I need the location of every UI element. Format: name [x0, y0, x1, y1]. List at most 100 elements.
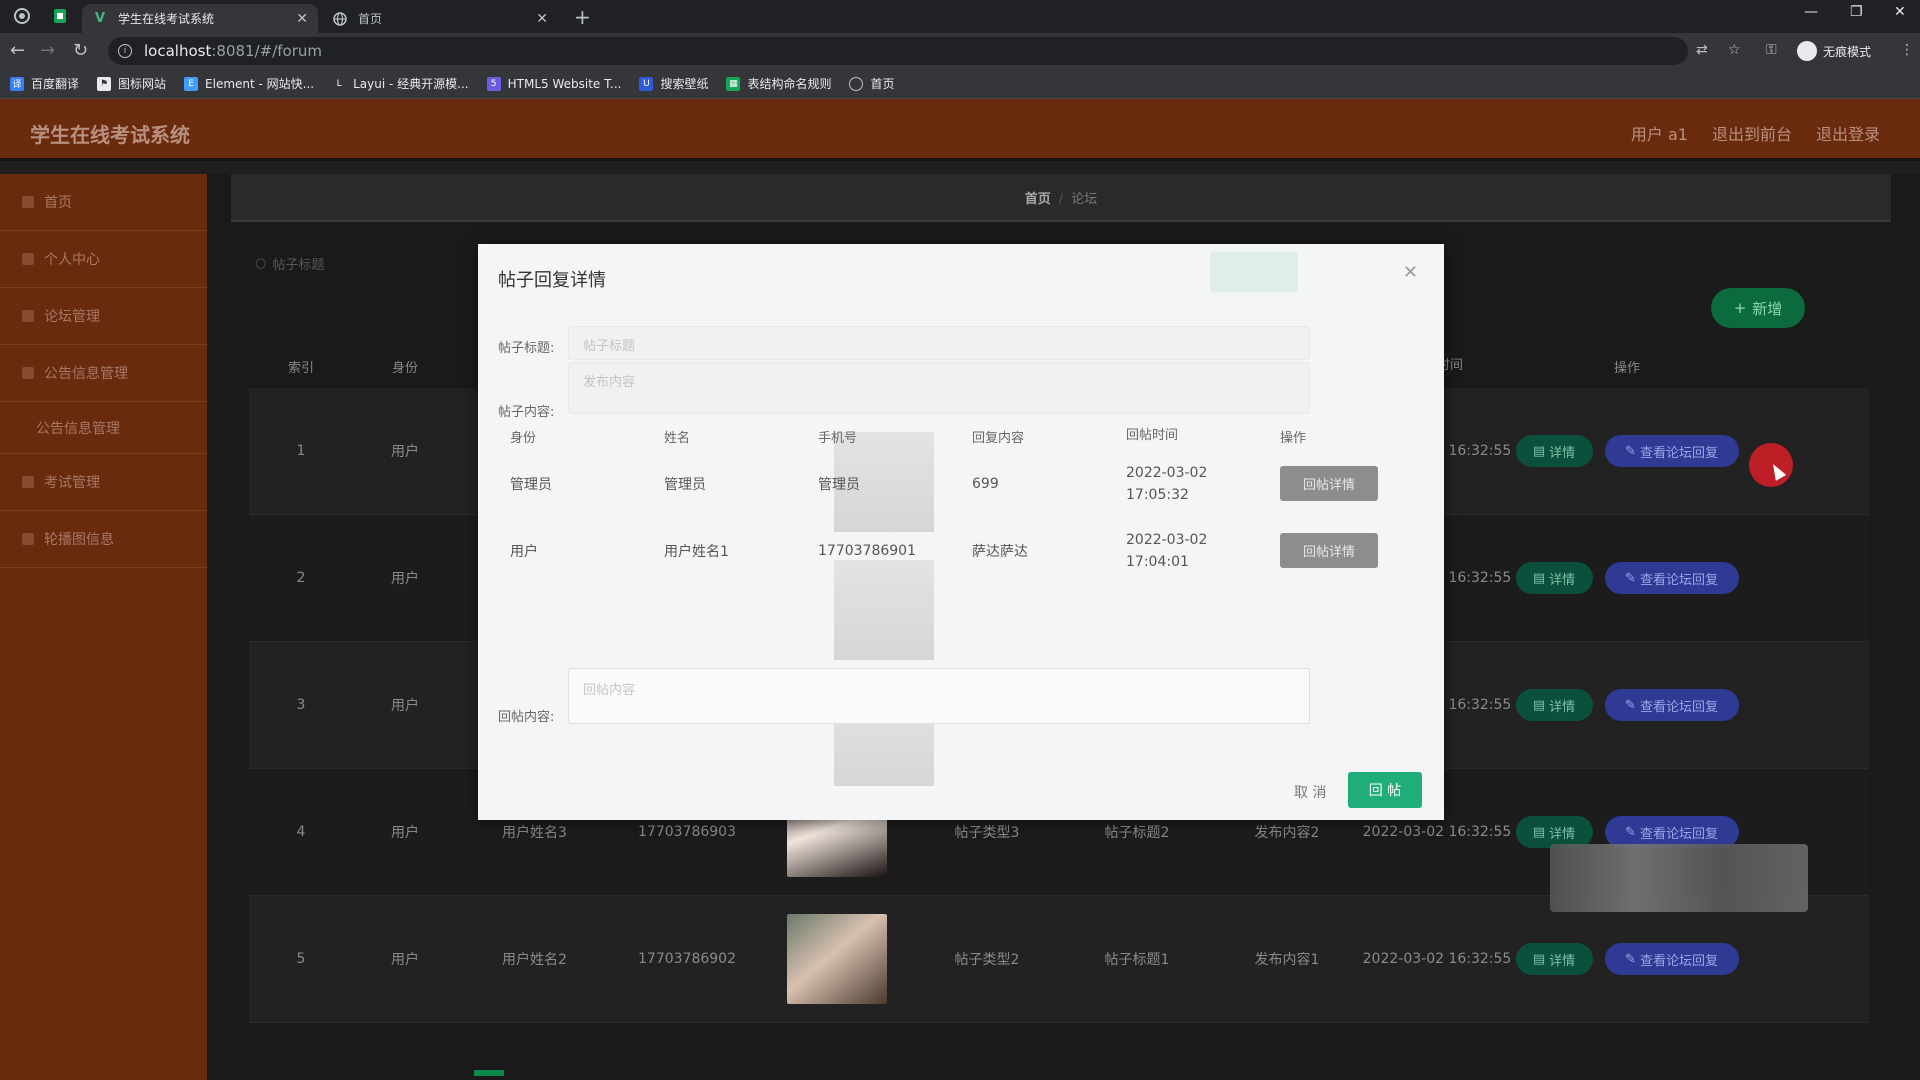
browser-menu-icon[interactable]	[14, 8, 30, 24]
detail-button[interactable]: ▤ 详情	[1515, 562, 1593, 594]
globe-icon	[332, 11, 348, 27]
back-icon[interactable]: ←	[10, 42, 25, 60]
bookmark-item[interactable]: 首页	[849, 75, 895, 92]
breadcrumb-home[interactable]: 首页	[1025, 192, 1051, 207]
bookmark-item[interactable]: 译百度翻译	[10, 75, 79, 92]
cell-post-title: 帖子标题1	[1104, 952, 1170, 968]
bookmark-item[interactable]: L Layui - 经典开源模...	[332, 75, 469, 92]
sidebar-item-forum[interactable]: 论坛管理	[0, 288, 207, 345]
sidebar-item-exam[interactable]: 考试管理	[0, 454, 207, 511]
back-to-front-link[interactable]: 退出到前台	[1712, 121, 1792, 145]
detail-button-label: 详情	[1549, 953, 1576, 969]
bookmark-item[interactable]: E Element - 网站快...	[184, 75, 314, 92]
close-icon[interactable]: ✕	[296, 11, 308, 27]
forum-icon	[22, 310, 34, 322]
new-tab-icon[interactable]: +	[574, 5, 591, 29]
cancel-button[interactable]: 取 消	[1294, 782, 1326, 802]
key-icon[interactable]: ⚿	[1766, 42, 1777, 58]
info-icon[interactable]: i	[118, 44, 132, 58]
bookmark-item[interactable]: 5 HTML5 Website T...	[486, 76, 621, 91]
cell-name: 管理员	[664, 476, 706, 493]
tab-home[interactable]: 首页 ✕	[322, 4, 558, 33]
view-replies-button[interactable]: ✎ 查看论坛回复	[1604, 435, 1739, 467]
exam-icon	[22, 476, 34, 488]
sidebar-item-label: 论坛管理	[44, 309, 100, 325]
reply-table: 身份 姓名 手机号 回复内容 回帖时间 操作 管理员 管理员 管理员 699 2…	[498, 422, 1420, 584]
cell-role: 用户	[391, 698, 419, 714]
flag-icon: ⚑	[97, 76, 112, 91]
profile-label: 无痕模式	[1823, 44, 1872, 59]
minimize-icon[interactable]: —	[1804, 4, 1818, 20]
close-window-icon[interactable]: ✕	[1894, 4, 1906, 20]
cell-name: 用户姓名1	[664, 543, 729, 560]
logout-link[interactable]: 退出登录	[1816, 121, 1880, 145]
detail-button[interactable]: ▤ 详情	[1515, 689, 1593, 721]
sidebar-item-profile[interactable]: 个人中心	[0, 231, 207, 288]
header-reply-time: 回帖时间	[1126, 428, 1179, 443]
cell-phone: 管理员	[818, 476, 860, 493]
cell-index: 2	[296, 570, 306, 586]
bookmark-item[interactable]: ▦ 表结构命名规则	[726, 75, 831, 92]
bookmark-item[interactable]: U 搜索壁纸	[639, 75, 708, 92]
view-replies-button[interactable]: ✎ 查看论坛回复	[1604, 562, 1739, 594]
wallpaper-icon: U	[639, 76, 654, 91]
bookmark-label: Layui - 经典开源模...	[353, 77, 469, 91]
restore-icon[interactable]: ❐	[1850, 4, 1863, 20]
cell-index: 3	[296, 697, 306, 713]
sidebar-item-carousel[interactable]: 轮播图信息	[0, 511, 207, 568]
view-replies-button[interactable]: ✎ 查看论坛回复	[1604, 943, 1739, 975]
view-replies-button[interactable]: ✎ 查看论坛回复	[1604, 689, 1739, 721]
sidebar-subitem-notice[interactable]: 公告信息管理	[0, 402, 207, 454]
sidebar-item-label: 首页	[44, 195, 72, 211]
document-icon: ▤	[1532, 570, 1546, 586]
sidebar-item-label: 轮播图信息	[44, 532, 114, 548]
header-phone: 手机号	[818, 430, 858, 446]
reply-detail-button[interactable]: 回帖详情	[1280, 533, 1378, 568]
header-reply-content: 回复内容	[972, 430, 1025, 446]
view-replies-label: 查看论坛回复	[1639, 826, 1718, 842]
submit-reply-button[interactable]: 回 帖	[1348, 772, 1422, 808]
browser-tab-strip: V 学生在线考试系统 ✕ 首页 ✕ + — ❐ ✕	[0, 0, 1920, 33]
bookmark-item[interactable]: ⚑ 图标网站	[97, 75, 166, 92]
reply-table-header: 身份 姓名 手机号 回复内容 回帖时间 操作	[498, 422, 1420, 450]
cell-ops: ▤ 详情 ✎ 查看论坛回复	[1512, 943, 1742, 975]
search-input[interactable]: 帖子标题	[272, 254, 324, 273]
star-icon[interactable]: ☆	[1728, 42, 1741, 58]
cell-ops: ▤ 详情 ✎ 查看论坛回复	[1512, 562, 1742, 594]
cell-role: 管理员	[510, 476, 552, 493]
incognito-profile[interactable]: 无痕模式	[1797, 41, 1871, 61]
sheet-icon[interactable]	[52, 8, 68, 24]
post-content-field[interactable]: 发布内容	[568, 362, 1310, 414]
tab-exam-system[interactable]: V 学生在线考试系统 ✕	[82, 4, 318, 33]
element-icon: E	[184, 76, 199, 91]
close-icon[interactable]: ✕	[536, 11, 548, 27]
more-icon[interactable]: ⋮	[1900, 42, 1914, 58]
url-host: localhost	[144, 42, 212, 60]
reply-content-textarea[interactable]: 回帖内容	[568, 668, 1310, 724]
edit-icon: ✎	[1625, 824, 1636, 840]
translate-icon[interactable]: ⇄	[1696, 42, 1708, 58]
cell-post-title: 帖子标题2	[1104, 825, 1170, 841]
user-link[interactable]: 用户 a1	[1631, 121, 1688, 145]
sidebar-item-notice[interactable]: 公告信息管理	[0, 345, 207, 402]
cell-index: 4	[296, 824, 306, 840]
app-title: 学生在线考试系统	[30, 123, 190, 147]
cell-role: 用户	[391, 444, 419, 460]
tab-title: 首页	[358, 12, 383, 26]
sidebar-item-label: 公告信息管理	[36, 420, 120, 437]
post-title-field[interactable]: 帖子标题	[568, 326, 1310, 360]
post-content-label: 帖子内容:	[498, 405, 555, 420]
cell-ops: 回帖详情	[1268, 466, 1418, 501]
add-button[interactable]: + 新增	[1711, 288, 1805, 328]
header-ops: 操作	[1280, 430, 1307, 446]
close-icon[interactable]: ✕	[1403, 262, 1418, 283]
reload-icon[interactable]: ↻	[73, 42, 88, 60]
cell-phone: 17703786903	[638, 824, 736, 840]
forward-icon[interactable]: →	[40, 42, 55, 60]
address-bar[interactable]: i localhost:8081/#/forum	[108, 37, 1688, 65]
sidebar-item-home[interactable]: 首页	[0, 174, 207, 231]
bookmarks-bar: 译百度翻译 ⚑ 图标网站 E Element - 网站快... L Layui - 经…	[0, 69, 1920, 99]
detail-button[interactable]: ▤ 详情	[1515, 943, 1593, 975]
reply-detail-button[interactable]: 回帖详情	[1280, 466, 1378, 501]
detail-button[interactable]: ▤ 详情	[1515, 435, 1593, 467]
